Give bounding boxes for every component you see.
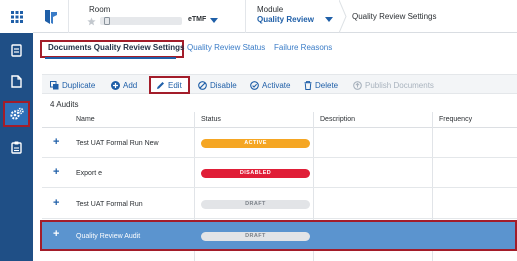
- disable-icon: [198, 80, 207, 90]
- audit-name: Export e: [76, 170, 103, 177]
- disable-label: Disable: [210, 80, 237, 90]
- expand-plus-icon[interactable]: +: [53, 229, 59, 240]
- table-row[interactable]: + Test UAT Formal Run New ACTIVE: [42, 129, 517, 158]
- breadcrumb-chevron-icon: [339, 0, 347, 33]
- rail-item-binder[interactable]: [3, 38, 30, 63]
- device-icon: [104, 17, 110, 25]
- edit-button[interactable]: Edit: [156, 79, 182, 91]
- module-value: Quality Review: [257, 15, 314, 24]
- duplicate-button[interactable]: Duplicate: [50, 79, 95, 91]
- gears-icon: [9, 107, 24, 120]
- publish-documents-label: Publish Documents: [365, 80, 434, 90]
- add-button[interactable]: Add: [111, 79, 137, 91]
- rail-item-settings[interactable]: [3, 101, 30, 127]
- publish-icon: [353, 80, 362, 90]
- page-title: Quality Review Settings: [352, 12, 437, 21]
- active-tab-underline: [45, 57, 176, 59]
- table-row[interactable]: + Export e DISABLED: [42, 159, 517, 188]
- table-row[interactable]: + Test UAT Formal Run DRAFT: [42, 189, 517, 219]
- grid-icon: [10, 10, 23, 23]
- star-icon[interactable]: [87, 17, 96, 26]
- left-rail: [0, 0, 33, 261]
- room-name-redacted: [100, 17, 182, 25]
- settings-tabs: Documents Quality Review Settings Qualit…: [33, 33, 517, 65]
- apps-grid-button[interactable]: [0, 0, 33, 33]
- audit-name: Test UAT Formal Run New: [76, 140, 159, 147]
- expand-plus-icon[interactable]: +: [53, 137, 59, 148]
- duplicate-label: Duplicate: [62, 80, 96, 90]
- column-header-name[interactable]: Name: [76, 116, 95, 123]
- audit-name: Test UAT Formal Run: [76, 201, 143, 208]
- add-label: Add: [123, 80, 138, 90]
- delete-button[interactable]: Delete: [304, 79, 338, 91]
- status-badge: DISABLED: [201, 169, 310, 178]
- app-window: Room eTMF Module Quality Review Quality …: [0, 0, 517, 261]
- plus-circle-icon: [111, 80, 120, 90]
- expand-plus-icon[interactable]: +: [53, 198, 59, 209]
- column-header-frequency[interactable]: Frequency: [439, 116, 472, 123]
- pencil-icon: [157, 81, 164, 89]
- room-selector[interactable]: eTMF: [86, 16, 240, 28]
- tab-failure-reasons[interactable]: Failure Reasons: [274, 43, 332, 52]
- module-label: Module: [257, 5, 284, 14]
- column-header-description[interactable]: Description: [320, 116, 355, 123]
- status-badge: DRAFT: [201, 200, 310, 209]
- status-badge: DRAFT: [201, 232, 310, 241]
- expand-plus-icon[interactable]: +: [53, 167, 59, 178]
- delete-label: Delete: [315, 80, 339, 90]
- table-row-selected[interactable]: + Quality Review Audit DRAFT: [40, 220, 517, 251]
- copy-icon: [50, 80, 59, 89]
- toolbar: Duplicate Add Edit Disable Activate Dele…: [42, 74, 517, 94]
- tab-documents-quality-review-settings[interactable]: Documents Quality Review Settings: [48, 43, 184, 52]
- activate-label: Activate: [262, 80, 291, 90]
- publish-documents-button[interactable]: Publish Documents: [353, 79, 434, 91]
- disable-button[interactable]: Disable: [198, 79, 237, 91]
- binder-icon: [11, 44, 22, 57]
- table-header: Name Status Description Frequency: [42, 112, 517, 128]
- chevron-down-icon[interactable]: [325, 17, 333, 23]
- edit-label: Edit: [168, 80, 182, 90]
- room-value: eTMF: [188, 16, 207, 23]
- audits-table: Name Status Description Frequency + Test…: [40, 112, 517, 261]
- logo-icon: [44, 9, 57, 24]
- activate-button[interactable]: Activate: [250, 79, 290, 91]
- audit-count: 4 Audits: [50, 100, 79, 109]
- chevron-down-icon[interactable]: [210, 18, 218, 24]
- clipboard-icon: [11, 141, 22, 154]
- module-selector[interactable]: Quality Review: [257, 15, 337, 27]
- audit-name: Quality Review Audit: [76, 233, 141, 240]
- room-label: Room: [89, 5, 111, 14]
- document-icon: [11, 75, 22, 88]
- check-circle-icon: [250, 80, 259, 90]
- status-badge: ACTIVE: [201, 139, 310, 148]
- brand-logo: [33, 0, 69, 33]
- rail-item-clipboard[interactable]: [3, 135, 30, 160]
- tab-quality-review-status[interactable]: Quality Review Status: [187, 43, 265, 52]
- trash-icon: [304, 80, 312, 90]
- top-header: Room eTMF Module Quality Review Quality …: [33, 0, 517, 33]
- header-divider: [245, 0, 246, 33]
- column-header-status[interactable]: Status: [201, 116, 221, 123]
- rail-item-documents[interactable]: [3, 69, 30, 94]
